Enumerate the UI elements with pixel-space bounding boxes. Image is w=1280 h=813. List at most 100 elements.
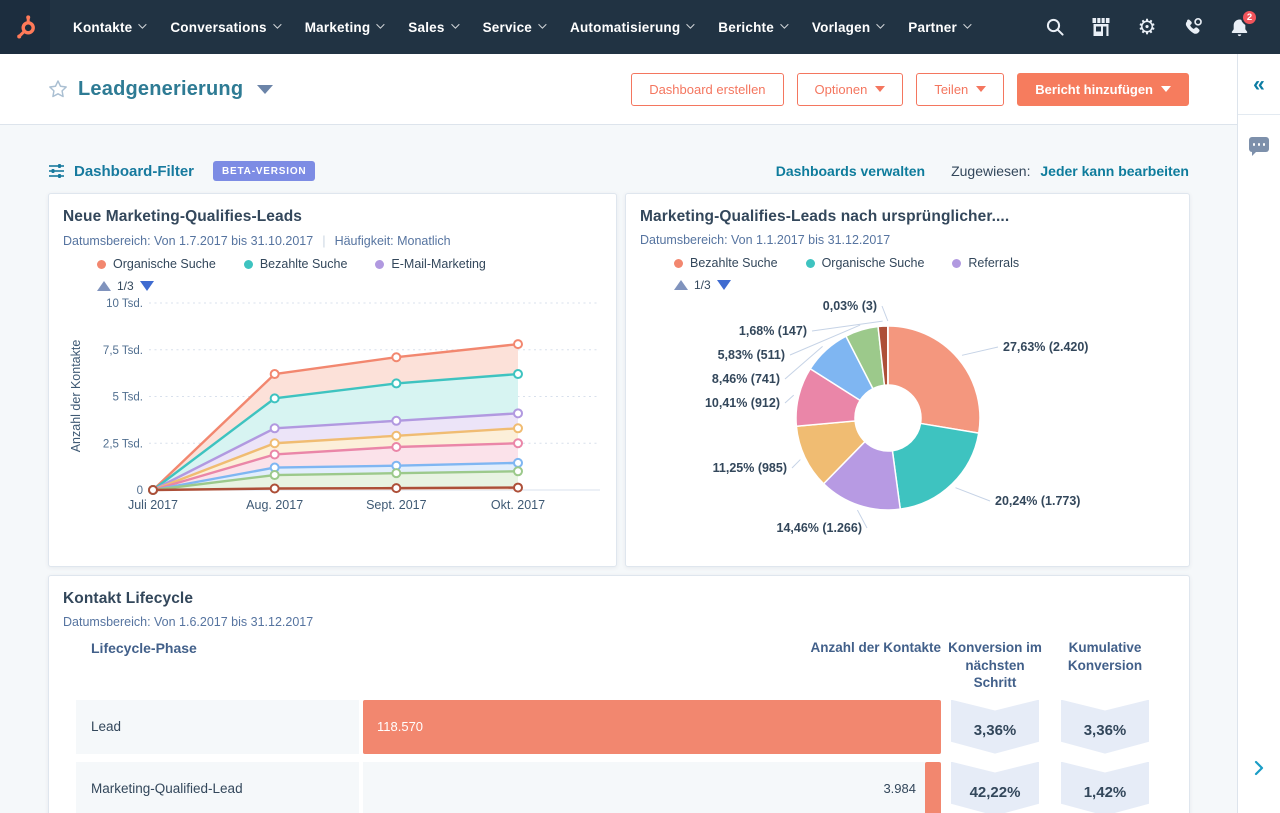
nav-item-marketing[interactable]: Marketing — [292, 0, 396, 54]
nav-item-label: Kontakte — [73, 19, 133, 35]
chart-legend: Organische Suche Bezahlte Suche E-Mail-Mar… — [97, 257, 602, 271]
subtitle-divider: | — [322, 233, 326, 248]
nav-utilities: ⚙ 2 — [1044, 9, 1280, 38]
column-header: Anzahl der Kontakte — [810, 640, 941, 655]
pager-up-icon[interactable] — [674, 280, 688, 290]
dashboard-header: Leadgenerierung Dashboard erstellen Opti… — [0, 54, 1237, 125]
nav-item-automatisierung[interactable]: Automatisierung — [557, 0, 705, 54]
legend-item-organische-suche[interactable]: Organische Suche — [805, 256, 924, 270]
hubspot-logo[interactable] — [0, 0, 50, 54]
collapse-double-chevron-icon: « — [1253, 72, 1265, 96]
svg-text:Aug. 2017: Aug. 2017 — [246, 498, 303, 512]
nav-item-kontakte[interactable]: Kontakte — [60, 0, 157, 54]
calling-phone-icon[interactable] — [1182, 16, 1204, 38]
nav-item-berichte[interactable]: Berichte — [705, 0, 799, 54]
primary-nav: Kontakte Conversations Marketing Sales Servi… — [60, 0, 982, 54]
legend-label: Bezahlte Suche — [690, 256, 778, 270]
svg-text:8,46% (741): 8,46% (741) — [712, 372, 780, 386]
dashboard-switcher-caret-icon[interactable] — [257, 84, 274, 94]
next-step-conversion-badge: 42,22% — [951, 761, 1039, 813]
legend-dot — [952, 258, 962, 268]
report-title: Kontakt Lifecycle — [63, 590, 194, 607]
dashboard-body: Dashboard-Filter BETA-VERSION Dashboards… — [0, 125, 1237, 813]
nav-item-vorlagen[interactable]: Vorlagen — [799, 0, 895, 54]
cumulative-conversion-badge: 1,42% — [1061, 761, 1149, 813]
svg-text:Okt. 2017: Okt. 2017 — [491, 498, 545, 512]
chevron-down-icon — [963, 20, 972, 29]
manage-dashboards-link[interactable]: Dashboards verwalten — [776, 163, 925, 179]
chevron-down-icon — [272, 20, 282, 29]
svg-text:7,5 Tsd.: 7,5 Tsd. — [103, 345, 143, 357]
assigned-label: Zugewiesen: — [951, 163, 1031, 179]
legend-dot — [97, 259, 106, 269]
favorite-star-icon[interactable] — [48, 79, 68, 99]
add-report-button[interactable]: Bericht hinzufügen — [1017, 72, 1189, 106]
chevron-down-icon — [875, 86, 886, 92]
lifecycle-phase-label: Marketing-Qualified-Lead — [76, 761, 359, 813]
pager-down-icon[interactable] — [139, 281, 154, 291]
top-navigation: Kontakte Conversations Marketing Sales Servi… — [0, 0, 1280, 54]
nav-item-conversations[interactable]: Conversations — [157, 0, 291, 54]
next-step-conversion-badge: 3,36% — [951, 699, 1039, 754]
daterange-label: Datumsbereich: Von 1.1.2017 bis 31.12.20… — [640, 233, 891, 247]
report-card-new-mql: Neue Marketing-Qualifies-Leads Datumsber… — [48, 193, 617, 567]
legend-pager: 1/3 — [97, 279, 602, 293]
svg-text:20,24% (1.773): 20,24% (1.773) — [995, 494, 1080, 508]
comments-icon[interactable] — [1249, 137, 1269, 156]
nav-item-service[interactable]: Service — [470, 0, 557, 54]
column-header: Kumulative Konversion — [1067, 640, 1143, 673]
svg-text:Sept. 2017: Sept. 2017 — [366, 498, 427, 512]
nav-item-label: Vorlagen — [811, 19, 871, 35]
chevron-down-icon — [138, 20, 148, 29]
report-title: Marketing-Qualifies-Leads nach ursprüngl… — [640, 208, 1010, 225]
dashboard-toolbar: Dashboard-Filter BETA-VERSION Dashboards… — [48, 161, 1189, 181]
nav-item-sales[interactable]: Sales — [395, 0, 469, 54]
nav-item-label: Sales — [408, 19, 445, 35]
assigned-permission-link[interactable]: Jeder kann bearbeiten — [1040, 163, 1189, 179]
column-header: Konversion im nächsten Schritt — [948, 640, 1042, 691]
right-side-rail: « — [1237, 54, 1280, 813]
filter-sliders-icon — [49, 164, 64, 178]
search-icon[interactable] — [1044, 16, 1066, 38]
legend-label: E-Mail-Marketing — [391, 257, 486, 271]
report-card-mql-by-source: Marketing-Qualifies-Leads nach ursprüngl… — [625, 193, 1190, 567]
svg-text:10,41% (912): 10,41% (912) — [705, 396, 780, 410]
expand-next-control[interactable] — [1238, 759, 1280, 777]
nav-item-partner[interactable]: Partner — [895, 0, 982, 54]
svg-text:1,68% (147): 1,68% (147) — [739, 324, 807, 338]
svg-text:2,5 Tsd.: 2,5 Tsd. — [103, 438, 143, 450]
options-button[interactable]: Optionen — [796, 72, 904, 106]
pager-down-icon[interactable] — [716, 280, 731, 290]
legend-label: Bezahlte Suche — [259, 257, 348, 271]
chevron-down-icon — [376, 20, 385, 29]
chevron-right-icon — [1254, 760, 1264, 776]
dashboard-filter-control[interactable]: Dashboard-Filter BETA-VERSION — [48, 161, 316, 181]
legend-item-referrals[interactable]: Referrals — [952, 256, 1019, 270]
donut-chart: 27,63% (2.420) 20,24% (1.773) 14,46% (1.26… — [705, 299, 1089, 535]
column-header: Lifecycle-Phase — [91, 640, 197, 656]
contacts-count: 118.570 — [377, 719, 424, 735]
chevron-down-icon — [538, 20, 547, 29]
contacts-bar — [925, 761, 941, 813]
marketplace-icon[interactable] — [1090, 16, 1112, 38]
legend-dot — [243, 259, 253, 269]
beta-version-badge: BETA-VERSION — [213, 161, 316, 181]
notifications-bell-icon[interactable]: 2 — [1228, 9, 1258, 38]
legend-pager: 1/3 — [674, 278, 1175, 292]
legend-dot — [805, 258, 815, 268]
report-title: Neue Marketing-Qualifies-Leads — [63, 208, 303, 225]
svg-text:11,25% (985): 11,25% (985) — [713, 461, 787, 475]
pager-up-icon[interactable] — [97, 281, 111, 291]
create-dashboard-button[interactable]: Dashboard erstellen — [631, 72, 784, 106]
header-actions: Dashboard erstellen Optionen Teilen Beri… — [631, 72, 1189, 106]
share-button[interactable]: Teilen — [916, 72, 1005, 106]
legend-item-bezahlte-suche[interactable]: Bezahlte Suche — [674, 256, 778, 270]
settings-gear-icon[interactable]: ⚙ — [1136, 16, 1158, 38]
svg-text:0: 0 — [137, 485, 143, 497]
legend-item-organische-suche[interactable]: Organische Suche — [97, 257, 216, 271]
legend-item-bezahlte-suche[interactable]: Bezahlte Suche — [243, 257, 348, 271]
nav-item-label: Automatisierung — [570, 19, 681, 35]
legend-item-e-mail-marketing[interactable]: E-Mail-Marketing — [375, 257, 486, 271]
collapse-panel-control[interactable]: « — [1238, 54, 1280, 115]
report-subtitle: Datumsbereich: Von 1.7.2017 bis 31.10.20… — [63, 233, 602, 248]
